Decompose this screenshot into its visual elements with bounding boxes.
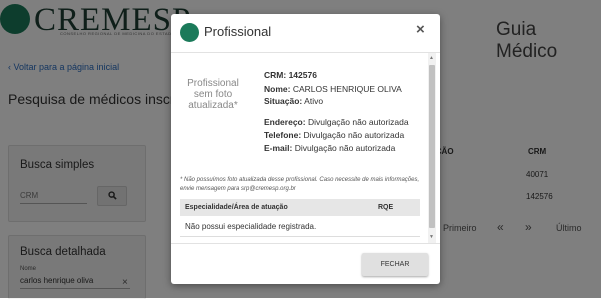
modal-scrollbar[interactable]: ▲ ▼ <box>428 53 436 243</box>
phone-value: Divulgação não autorizada <box>303 130 405 140</box>
professional-modal: Profissional × Profissional sem foto atu… <box>171 14 440 284</box>
rqe-column-header: RQE <box>378 204 394 211</box>
table-row: Não possui especialidade registrada. <box>180 216 420 237</box>
no-photo-placeholder: Profissional sem foto atualizada* <box>187 78 239 111</box>
email-label: E-mail: <box>264 143 293 153</box>
address-row: Endereço: Divulgação não autorizada <box>264 117 409 127</box>
status-row: Situação: Ativo <box>264 96 323 106</box>
modal-body: Profissional sem foto atualizada* CRM: 1… <box>171 53 440 243</box>
specialty-column-header: Especialidade/Área de atuação <box>185 204 288 211</box>
modal-header: Profissional × <box>171 14 440 53</box>
name-label: Nome: <box>264 84 291 94</box>
phone-row: Telefone: Divulgação não autorizada <box>264 130 404 140</box>
address-label: Endereço: <box>264 117 306 127</box>
photo-note: * Não possuímos foto atualizada desse pr… <box>180 177 420 192</box>
close-button[interactable]: FECHAR <box>362 253 428 276</box>
scroll-thumb[interactable] <box>429 65 435 228</box>
phone-label: Telefone: <box>264 130 302 140</box>
close-icon[interactable]: × <box>416 21 425 38</box>
crm-label: CRM: <box>264 70 287 80</box>
scroll-down-icon[interactable]: ▼ <box>429 234 434 240</box>
specialty-table-header: Especialidade/Área de atuação RQE <box>180 199 420 216</box>
crm-value: 142576 <box>288 70 317 80</box>
modal-title: Profissional <box>204 24 272 39</box>
email-value: Divulgação não autorizada <box>294 143 396 153</box>
specialty-empty-message: Não possui especialidade registrada. <box>185 222 317 231</box>
scroll-up-icon[interactable]: ▲ <box>429 55 434 61</box>
email-row: E-mail: Divulgação não autorizada <box>264 143 395 153</box>
status-value: Ativo <box>304 96 324 106</box>
name-value: CARLOS HENRIQUE OLIVA <box>292 84 402 94</box>
cremesp-icon <box>180 23 199 42</box>
status-label: Situação: <box>264 96 303 106</box>
name-row: Nome: CARLOS HENRIQUE OLIVA <box>264 84 402 94</box>
crm-row: CRM: 142576 <box>264 70 317 80</box>
address-value: Divulgação não autorizada <box>307 117 409 127</box>
modal-footer: FECHAR <box>171 243 440 285</box>
